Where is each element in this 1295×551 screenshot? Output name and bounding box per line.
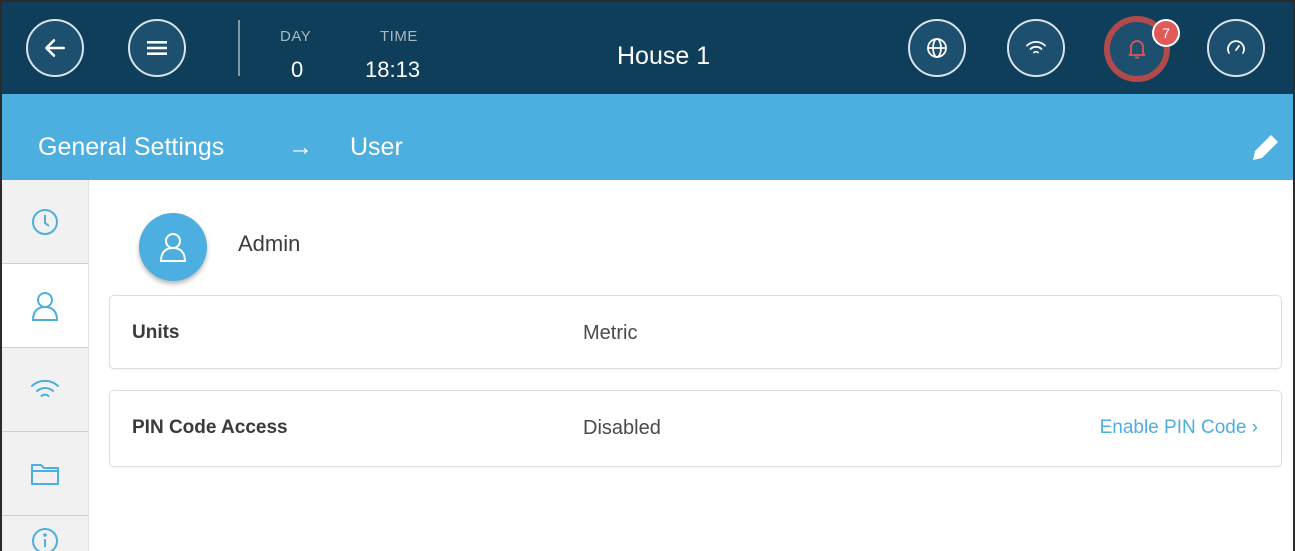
sidebar-item-user[interactable]: [2, 264, 88, 348]
arrow-left-icon: [45, 39, 65, 57]
user-name: Admin: [238, 231, 301, 256]
breadcrumb-separator: →: [288, 133, 313, 161]
day-label: DAY: [280, 28, 312, 45]
hamburger-menu-icon: [147, 41, 167, 55]
folder-icon: [31, 463, 59, 485]
sidebar-item-about[interactable]: [2, 516, 88, 551]
pin-code-label: PIN Code Access: [132, 417, 288, 438]
dashboard-button[interactable]: [1207, 19, 1265, 77]
globe-icon: [927, 38, 947, 58]
pin-code-status: Disabled: [583, 417, 661, 439]
wifi-icon: [1026, 41, 1046, 54]
gauge-icon: [1227, 40, 1245, 54]
breadcrumb-current: User: [350, 133, 403, 161]
pencil-icon: [1253, 135, 1278, 160]
units-label: Units: [132, 322, 180, 343]
pin-code-row: PIN Code Access Disabled Enable PIN Code…: [109, 390, 1282, 467]
sidebar-divider: [88, 180, 89, 551]
sidebar-item-time[interactable]: [2, 180, 88, 264]
alarm-count-badge: 7: [1152, 19, 1180, 47]
time-value: 18:13: [365, 57, 421, 82]
bell-icon: [1128, 40, 1146, 59]
app-frame: DAY 0 TIME 18:13 House 1 7 General Setti…: [0, 0, 1295, 551]
info-icon: [32, 528, 58, 551]
sidebar-item-files[interactable]: [2, 432, 88, 516]
house-title: House 1: [617, 42, 711, 70]
wifi-icon: [31, 379, 59, 397]
back-button[interactable]: [26, 19, 84, 77]
header-divider: [238, 20, 240, 76]
language-button[interactable]: [908, 19, 966, 77]
units-value: Metric: [583, 322, 638, 344]
network-button[interactable]: [1007, 19, 1065, 77]
avatar: [139, 213, 207, 281]
user-icon: [159, 233, 187, 262]
day-value: 0: [291, 57, 304, 82]
enable-pin-code-link[interactable]: Enable PIN Code ›: [1100, 417, 1258, 439]
time-label: TIME: [380, 28, 418, 45]
units-row[interactable]: Units Metric: [109, 295, 1282, 369]
user-icon: [31, 291, 59, 321]
menu-button[interactable]: [128, 19, 186, 77]
breadcrumb-parent[interactable]: General Settings: [38, 133, 224, 162]
sidebar-item-network[interactable]: [2, 348, 88, 432]
sidebar: [2, 180, 88, 551]
edit-button[interactable]: [1247, 130, 1283, 166]
clock-icon: [32, 208, 58, 235]
